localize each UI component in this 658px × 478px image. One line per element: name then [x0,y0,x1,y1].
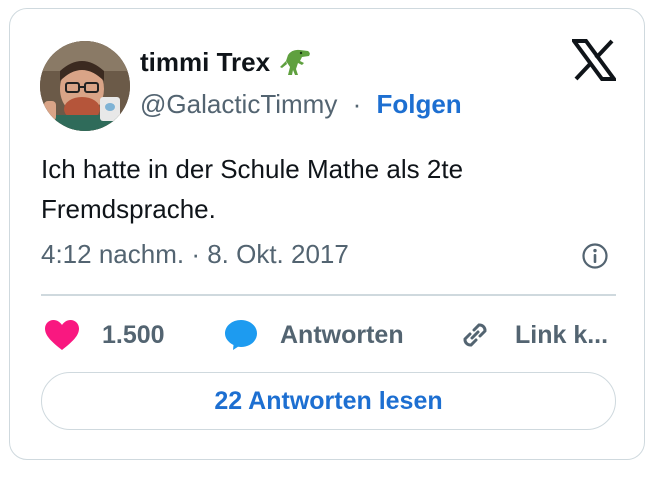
tweet-timestamp[interactable]: 4:12 nachm. · 8. Okt. 2017 [41,239,349,270]
t-rex-emoji-icon [280,49,310,75]
like-button[interactable]: 1.500 [44,315,165,355]
avatar-photo [40,41,130,131]
divider [41,294,616,296]
author-display-name[interactable]: timmi Trex [140,45,314,79]
reply-button[interactable]: Antworten [224,315,404,355]
handle-separator: · [352,89,362,119]
author-handle[interactable]: @GalacticTimmy [140,89,337,119]
follow-link[interactable]: Folgen [376,89,461,119]
avatar[interactable] [40,41,130,131]
tweet-text: Ich hatte in der Schule Mathe als 2te Fr… [41,154,464,224]
copy-link-button[interactable]: Link k... [457,315,608,355]
author-handle-row: @GalacticTimmy · Folgen [140,89,462,120]
link-icon [463,323,487,347]
heart-icon [45,320,79,350]
tweet-embed-card: timmi Trex @GalacticTimmy · Folgen Ich h… [9,8,645,460]
link-label: Link k... [515,320,609,349]
info-icon[interactable] [581,242,609,270]
author-name-text: timmi Trex [140,46,271,77]
read-replies-button[interactable]: 22 Antworten lesen [41,372,616,430]
like-count: 1.500 [102,320,165,349]
reply-label: Antworten [280,320,404,349]
reply-bubble-icon [225,320,257,350]
x-logo-icon[interactable] [572,39,616,81]
